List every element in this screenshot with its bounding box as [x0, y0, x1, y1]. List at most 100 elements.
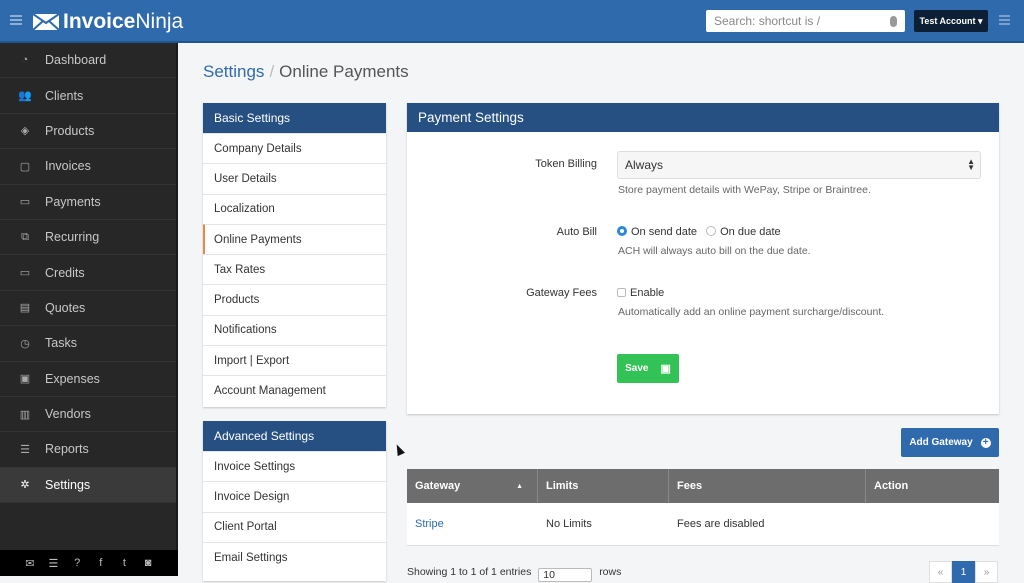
- sidebar-item-label: Dashboard: [45, 53, 107, 68]
- cube-icon: ◈: [20, 125, 30, 138]
- sidebar-item-settings[interactable]: ✲ Settings: [0, 467, 176, 504]
- file-pdf-icon: ▢: [19, 160, 31, 173]
- settings-link-online-payments[interactable]: Online Payments: [203, 223, 386, 255]
- sidebar-item-invoices[interactable]: ▢ Invoices: [0, 149, 176, 185]
- sidebar-item-reports[interactable]: ☰ Reports: [0, 432, 176, 468]
- sidebar-item-label: Products: [45, 123, 95, 138]
- sidebar-item-payments[interactable]: ▭ Payments: [0, 185, 176, 220]
- search-placeholder: Search: shortcut is /: [714, 14, 821, 28]
- right-menu-icon[interactable]: [999, 15, 1010, 27]
- logo-text-bold: Invoice: [63, 10, 136, 33]
- settings-link-products[interactable]: Products: [203, 284, 386, 314]
- fees-cell: Fees are disabled: [677, 518, 765, 530]
- app-logo[interactable]: Invoice Ninja: [33, 10, 183, 34]
- files-icon: ⧉: [21, 230, 29, 243]
- token-billing-label: Token Billing: [535, 158, 597, 170]
- auto-bill-label: Auto Bill: [556, 226, 597, 238]
- save-button[interactable]: Save ▣: [617, 354, 679, 383]
- token-billing-help: Store payment details with WePay, Stripe…: [618, 184, 871, 196]
- gateway-table-header: Gateway ▲ Limits Fees Action: [407, 469, 999, 503]
- rows-per-page-select[interactable]: 10: [538, 568, 593, 582]
- pagination-page-1[interactable]: 1: [952, 561, 975, 583]
- radio-label: On due date: [720, 226, 781, 238]
- credit-card-icon: ▭: [19, 267, 31, 280]
- microphone-icon[interactable]: [890, 15, 897, 27]
- dashboard-icon: ◔: [21, 54, 29, 67]
- pagination-next[interactable]: »: [975, 561, 998, 583]
- settings-link-tax-rates[interactable]: Tax Rates: [203, 254, 386, 284]
- pagination: « 1 »: [929, 561, 998, 583]
- gateway-fees-checkbox[interactable]: Enable: [617, 287, 664, 299]
- breadcrumb-separator: /: [269, 62, 275, 81]
- auto-bill-help: ACH will always auto bill on the due dat…: [618, 245, 811, 257]
- auto-bill-radio-group: On send date On due date: [617, 226, 781, 238]
- file-text-icon: ▤: [19, 302, 31, 315]
- gateway-link-stripe[interactable]: Stripe: [407, 503, 538, 545]
- sidebar-footer: ✉ ☰? f t ◙: [0, 550, 178, 576]
- payment-settings-panel: Payment Settings: [407, 103, 999, 414]
- sidebar-toggle-icon[interactable]: [10, 15, 22, 25]
- list-icon[interactable]: ☰: [47, 557, 59, 570]
- add-gateway-button[interactable]: Add Gateway +: [901, 428, 999, 457]
- search-input[interactable]: Search: shortcut is /: [706, 10, 905, 32]
- radio-unselected-icon[interactable]: [706, 226, 717, 236]
- account-dropdown[interactable]: Test Account ▾: [914, 10, 988, 32]
- list-icon: ☰: [20, 443, 30, 456]
- checkbox-icon[interactable]: [617, 288, 626, 297]
- sidebar-item-credits[interactable]: ▭ Credits: [0, 255, 176, 291]
- settings-link-invoice-settings[interactable]: Invoice Settings: [203, 451, 386, 481]
- facebook-icon[interactable]: f: [95, 557, 107, 569]
- settings-link-import-export[interactable]: Import | Export: [203, 345, 386, 375]
- settings-link-client-portal[interactable]: Client Portal: [203, 511, 386, 542]
- sidebar-item-tasks[interactable]: ◷ Tasks: [0, 326, 176, 362]
- mouse-cursor: [393, 442, 405, 457]
- radio-on-due-date[interactable]: On due date: [706, 226, 781, 238]
- sidebar-item-label: Tasks: [45, 336, 77, 351]
- settings-link-notifications[interactable]: Notifications: [203, 314, 386, 345]
- column-header-limits[interactable]: Limits: [538, 469, 669, 503]
- sidebar-item-label: Quotes: [45, 300, 86, 315]
- column-label: Gateway: [415, 480, 461, 492]
- save-label: Save: [625, 363, 649, 374]
- envelope-icon[interactable]: ✉: [24, 557, 36, 570]
- github-icon[interactable]: ◙: [142, 557, 154, 569]
- sidebar-item-quotes[interactable]: ▤ Quotes: [0, 291, 176, 327]
- sidebar-item-label: Payments: [45, 194, 101, 209]
- token-billing-select[interactable]: Always ▲ ▼: [617, 151, 981, 179]
- action-cell[interactable]: [866, 503, 999, 545]
- sidebar-item-recurring[interactable]: ⧉ Recurring: [0, 220, 176, 256]
- column-header-fees[interactable]: Fees: [669, 469, 866, 503]
- gateway-fees-help: Automatically add an online payment surc…: [618, 306, 885, 318]
- question-icon[interactable]: ?: [71, 557, 83, 569]
- sidebar-item-label: Invoices: [45, 159, 91, 174]
- sidebar-item-label: Credits: [45, 265, 85, 280]
- table-row: Stripe No Limits Fees are disabled: [407, 503, 999, 546]
- radio-on-send-date[interactable]: On send date: [617, 226, 697, 238]
- settings-link-invoice-design[interactable]: Invoice Design: [203, 481, 386, 511]
- column-header-gateway[interactable]: Gateway ▲: [407, 469, 538, 503]
- radio-selected-icon[interactable]: [617, 226, 627, 236]
- table-footer: Showing 1 to 1 of 1 entries 10 rows: [407, 566, 621, 582]
- settings-link-user-details[interactable]: User Details: [203, 163, 386, 193]
- basic-settings-panel: Basic Settings Company Details User Detai…: [203, 103, 386, 407]
- sidebar-item-expenses[interactable]: ▣ Expenses: [0, 362, 176, 397]
- sidebar-item-clients[interactable]: 👥 Clients: [0, 78, 176, 114]
- settings-link-localization[interactable]: Localization: [203, 193, 386, 224]
- logo-text-light: Ninja: [135, 10, 184, 33]
- column-header-action[interactable]: Action: [866, 469, 999, 503]
- settings-link-company-details[interactable]: Company Details: [203, 133, 386, 163]
- breadcrumb-settings-link[interactable]: Settings: [203, 62, 264, 81]
- breadcrumb: Settings / Online Payments: [203, 62, 409, 82]
- envelope-logo-icon: [33, 14, 59, 30]
- settings-link-account-management[interactable]: Account Management: [203, 375, 386, 405]
- sidebar-item-vendors[interactable]: ▥ Vendors: [0, 397, 176, 433]
- add-gateway-label: Add Gateway: [909, 437, 973, 448]
- radio-label: On send date: [631, 226, 698, 238]
- settings-link-email-settings[interactable]: Email Settings: [203, 541, 386, 572]
- twitter-icon[interactable]: t: [118, 557, 130, 569]
- sidebar-item-products[interactable]: ◈ Products: [0, 114, 176, 150]
- sidebar-item-label: Clients: [45, 88, 84, 103]
- sidebar-item-dashboard[interactable]: ◔ Dashboard: [0, 43, 176, 79]
- advanced-settings-panel: Advanced Settings Invoice Settings Invoic…: [203, 421, 386, 581]
- pagination-prev[interactable]: «: [929, 561, 952, 583]
